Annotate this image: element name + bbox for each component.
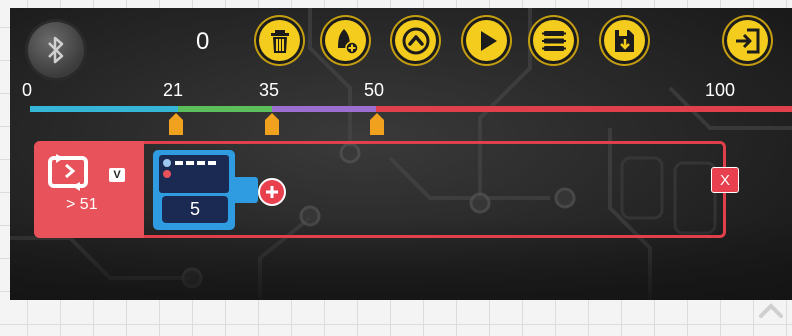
timeline-marker-21[interactable]: [168, 113, 184, 135]
loop-condition[interactable]: > 51: [66, 196, 98, 214]
save-icon: [614, 29, 634, 52]
timeline-tick-0: 0: [22, 80, 33, 100]
blocks-button[interactable]: [530, 17, 577, 64]
timeline-marker-50[interactable]: [369, 113, 385, 135]
exit-button[interactable]: [724, 17, 771, 64]
loop-icon: [48, 154, 88, 191]
timeline-track: [30, 106, 792, 112]
scroll-up-icon[interactable]: [756, 296, 786, 326]
bluetooth-button[interactable]: [28, 22, 84, 78]
chevron-up-icon: [402, 27, 429, 54]
add-condition-button[interactable]: [258, 178, 286, 206]
add-block-button[interactable]: [322, 17, 369, 64]
timeline-tick-50: 50: [364, 80, 385, 100]
sensor-value-field[interactable]: 5: [162, 196, 228, 223]
timeline-segment-dashed: [730, 106, 792, 112]
timeline-segment-1: [30, 106, 178, 112]
exit-door-icon: [735, 28, 759, 53]
delete-button[interactable]: [256, 17, 303, 64]
up-button[interactable]: [392, 17, 439, 64]
save-button[interactable]: [601, 17, 648, 64]
add-block-icon: [337, 28, 359, 55]
loop-type-badge[interactable]: V: [109, 168, 125, 182]
timeline-tick-100: 100: [705, 80, 736, 100]
plus-icon: [266, 186, 278, 198]
remove-block-button[interactable]: X: [711, 167, 739, 193]
timeline-tick-21: 21: [163, 80, 184, 100]
stacked-blocks-icon: [541, 30, 566, 51]
timeline-segment-3: [272, 106, 376, 112]
sensor-block-connector: [232, 177, 258, 203]
timeline-segment-2: [178, 106, 272, 112]
play-button[interactable]: [463, 17, 510, 64]
block-counter: 0: [196, 28, 210, 55]
timeline-marker-35[interactable]: [264, 113, 280, 135]
bluetooth-icon: [48, 36, 64, 64]
play-icon: [480, 30, 497, 51]
timeline-tick-35: 35: [259, 80, 280, 100]
trash-icon: [270, 29, 289, 53]
